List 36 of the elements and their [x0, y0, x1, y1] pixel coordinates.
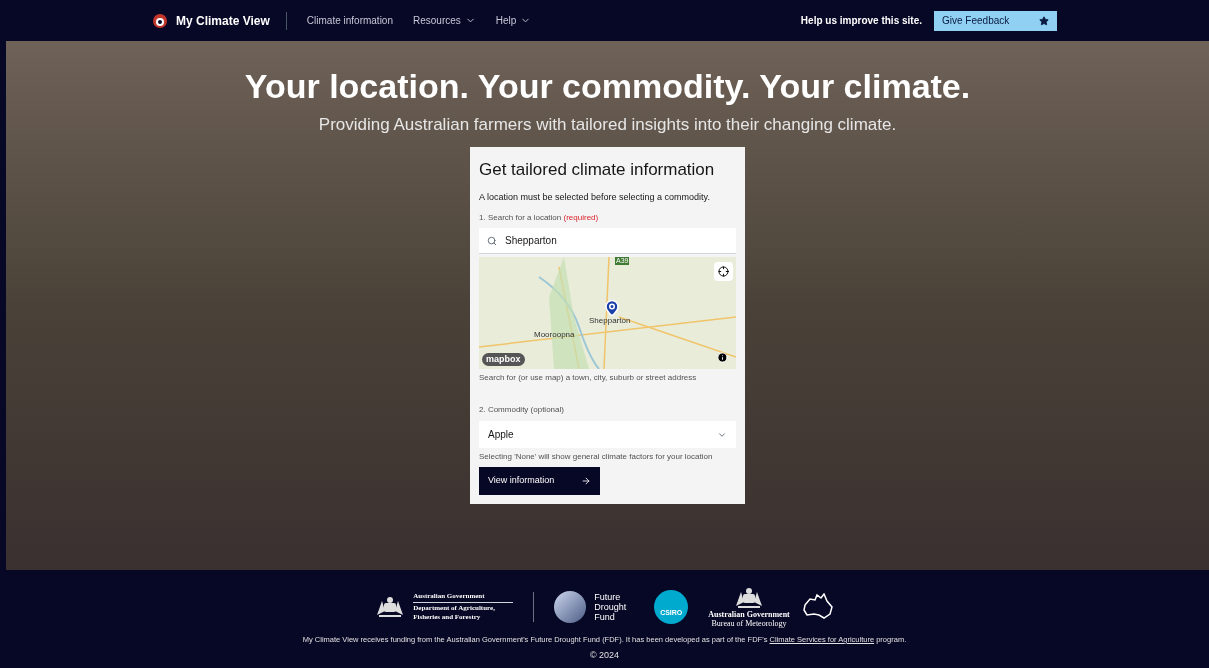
copyright: © 2024 — [589, 649, 620, 663]
logo-text: Australian Government — [708, 610, 790, 619]
search-icon — [487, 236, 497, 246]
view-information-button[interactable]: View information — [479, 467, 600, 495]
brand-name[interactable]: My Climate View — [176, 11, 287, 30]
location-pin-icon — [603, 299, 621, 317]
coat-of-arms-icon — [734, 586, 764, 610]
location-search-field[interactable]: Shepparton — [479, 228, 736, 254]
info-icon[interactable] — [717, 352, 728, 363]
coat-of-arms-icon — [375, 595, 406, 619]
hero-title: Your location. Your commodity. Your climate. — [244, 66, 971, 107]
drought-fund-logo-icon — [554, 591, 587, 623]
nav-link[interactable]: Climate information — [306, 13, 393, 28]
nav-link[interactable]: Help — [495, 13, 532, 28]
field-help: Selecting 'None' will show general climate factors for your location — [479, 451, 714, 462]
logo-text: Future Drought Fund — [594, 592, 628, 622]
feedback-button[interactable]: Give Feedback — [934, 10, 1057, 31]
field-label: 2. Commodity (optional) — [479, 404, 565, 416]
crosshair-icon — [718, 266, 729, 277]
town-label: Shepparton — [589, 315, 631, 327]
form-note: A location must be selected before selecting a commodity. — [479, 190, 711, 204]
locate-button[interactable] — [714, 262, 733, 281]
australia-map-icon — [801, 593, 834, 621]
nav-link[interactable]: Resources — [413, 13, 476, 28]
feedback-prompt: Help us improve this site. — [800, 14, 922, 28]
town-label: Mooroopna — [534, 329, 575, 341]
star-icon — [1039, 15, 1049, 26]
commodity-select[interactable]: Apple — [479, 421, 736, 448]
form-title: Get tailored climate information — [479, 159, 716, 181]
logo-icon — [152, 12, 168, 29]
arrow-right-icon — [581, 476, 591, 486]
hero-subtitle: Providing Australian farmers with tailored insights into their changing climate. — [318, 113, 897, 136]
field-label: 1. Search for a location (required) — [479, 212, 600, 224]
map-attribution[interactable]: mapbox — [482, 352, 525, 366]
field-help: Search for (or use map) a town, city, suburb or street address — [479, 372, 698, 384]
logo-text: Bureau of Meteorology — [711, 619, 787, 628]
